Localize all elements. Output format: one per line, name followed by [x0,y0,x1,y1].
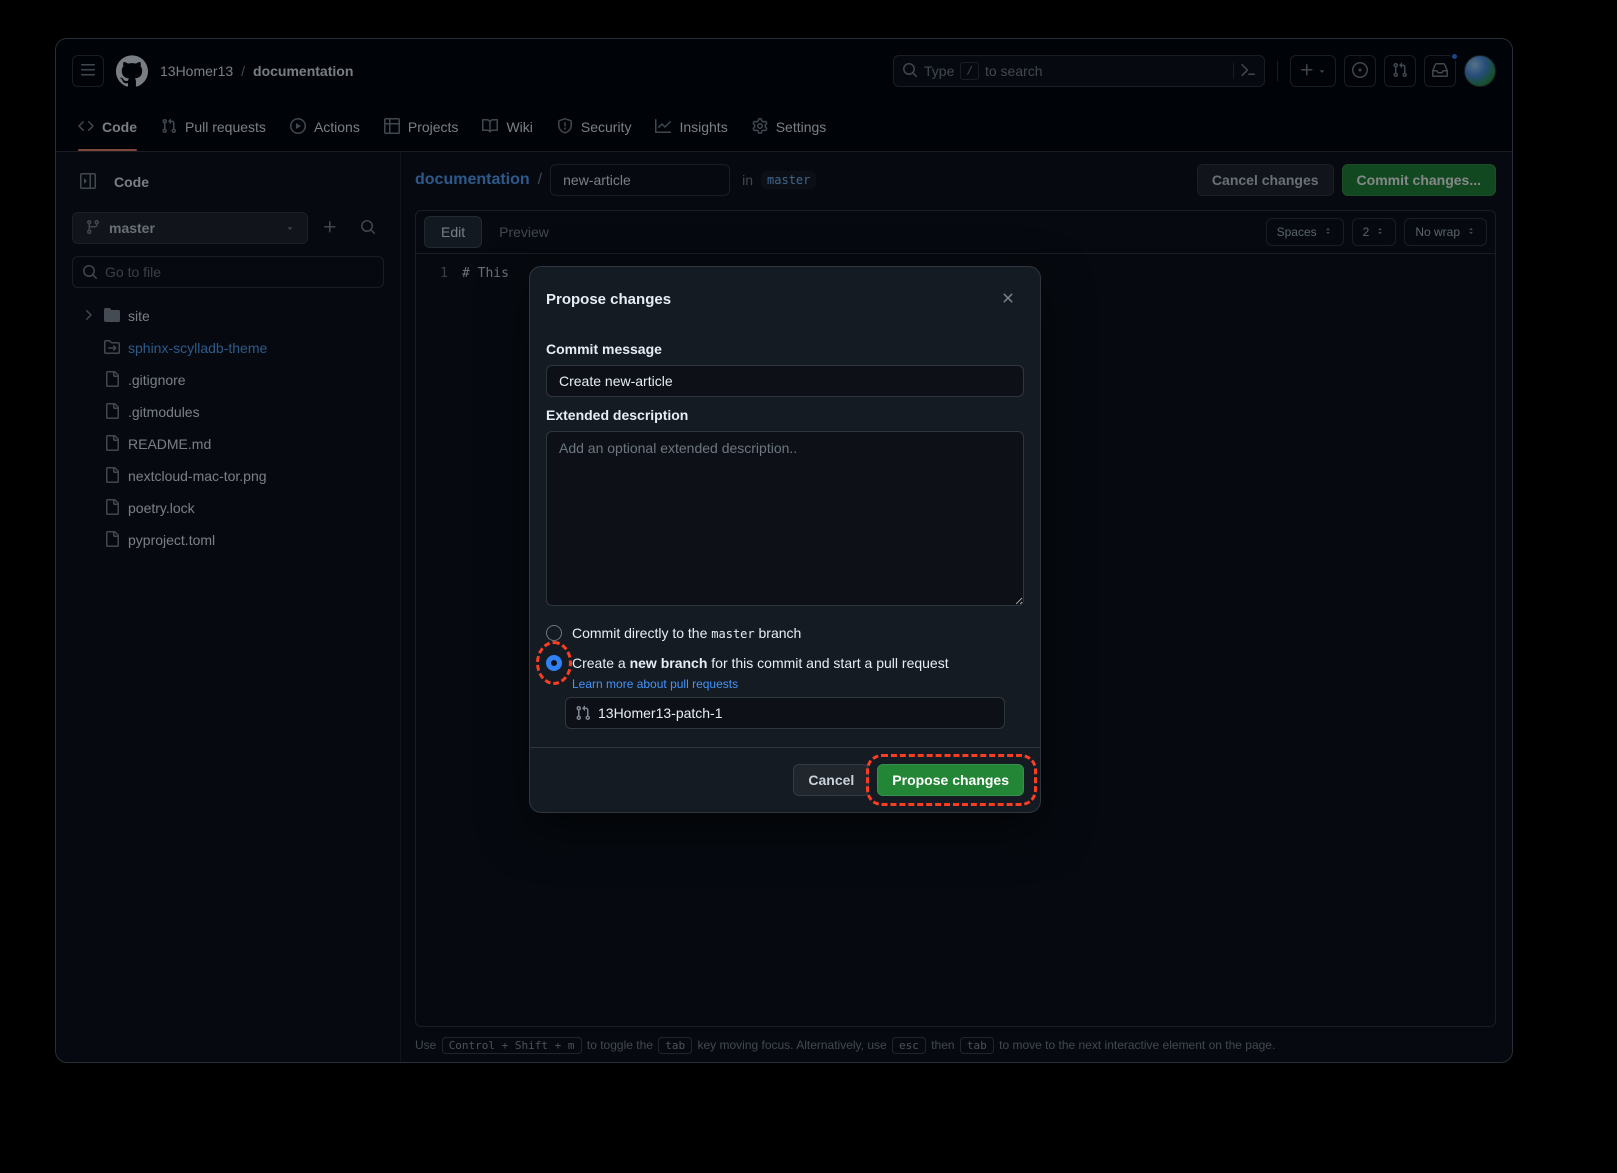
radio-option-commit-direct[interactable]: Commit directly to the master branch [546,625,1024,641]
extended-description-label: Extended description [546,407,1024,423]
close-dialog-button[interactable] [992,283,1024,315]
extended-description-input[interactable] [546,431,1024,606]
propose-changes-dialog: Propose changes Commit message Extended … [529,266,1041,813]
new-branch-name-input[interactable] [565,697,1005,729]
radio-option-create-branch[interactable]: Create a new branch for this commit and … [546,655,1024,671]
github-window: 13Homer13 / documentation Type / to sear… [55,38,1513,1063]
commit-message-label: Commit message [546,341,1024,357]
radio-create-bran ch[interactable] [546,655,562,671]
learn-more-link[interactable]: Learn more about pull requests [572,677,1024,691]
radio-commit-direct[interactable] [546,625,562,641]
branch-name-inline: master [711,627,754,641]
cancel-button[interactable]: Cancel [793,764,869,796]
commit-message-input[interactable] [546,365,1024,397]
dialog-title: Propose changes [546,291,671,308]
pull-request-icon [575,705,591,726]
close-icon [1000,290,1016,309]
propose-changes-button[interactable]: Propose changes [877,764,1024,796]
